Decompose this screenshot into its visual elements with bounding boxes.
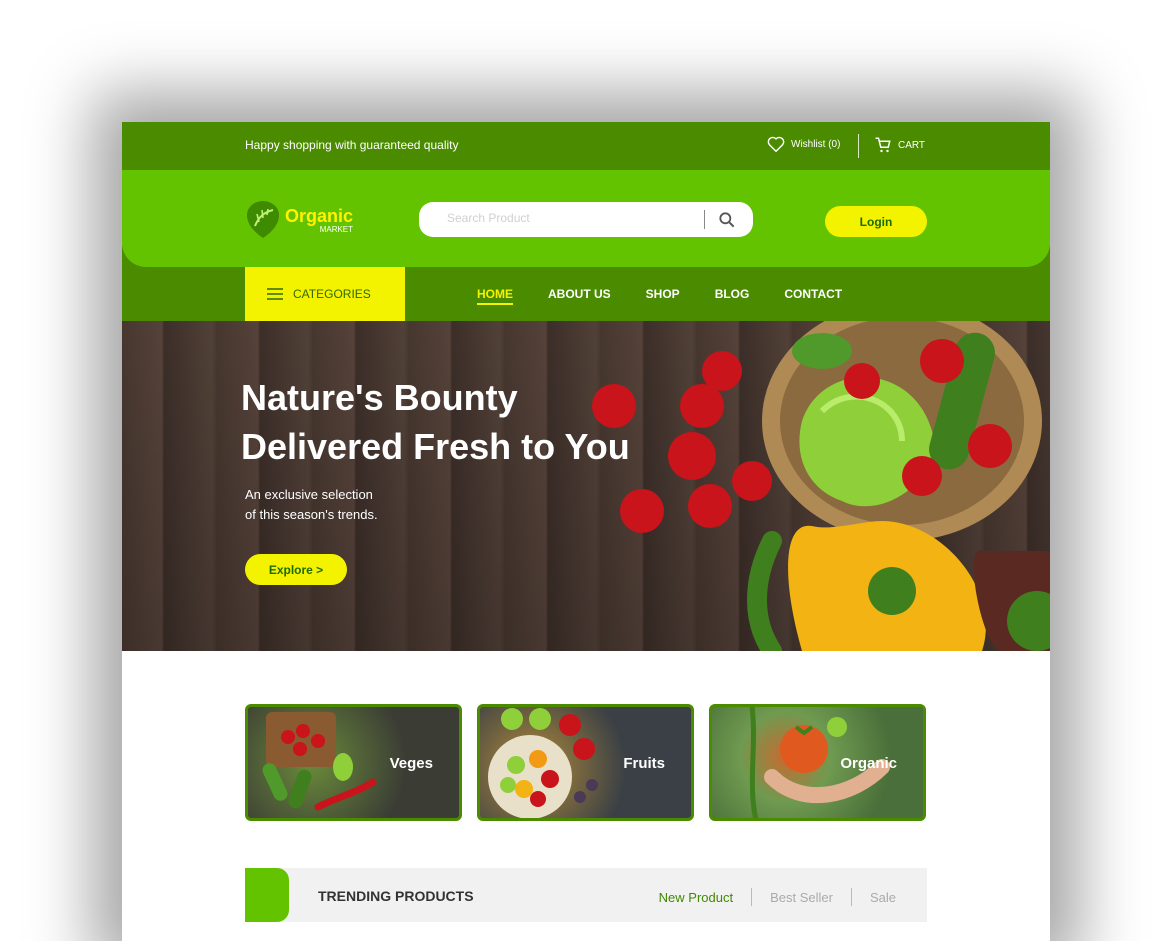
- page-frame: Happy shopping with guaranteed quality W…: [122, 122, 1050, 941]
- heart-icon: [767, 136, 785, 152]
- hero-banner: Nature's Bounty Delivered Fresh to You A…: [122, 321, 1050, 651]
- explore-button[interactable]: Explore >: [245, 554, 347, 585]
- nav-home[interactable]: HOME: [477, 287, 513, 305]
- hero-subtitle: An exclusive selection of this season's …: [245, 485, 445, 525]
- hero-title-line2: Delivered Fresh to You: [241, 426, 630, 467]
- search-icon[interactable]: [717, 210, 737, 230]
- trending-title: TRENDING PRODUCTS: [318, 888, 474, 904]
- hero-subtitle-line2: of this season's trends.: [245, 507, 378, 522]
- category-card-organic[interactable]: Organic: [709, 704, 926, 821]
- categories-button[interactable]: CATEGORIES: [245, 267, 405, 321]
- nav-shop[interactable]: SHOP: [646, 287, 680, 301]
- logo-name: Organic: [285, 205, 354, 226]
- nav-links: HOME ABOUT US SHOP BLOG CONTACT: [477, 287, 877, 305]
- login-button[interactable]: Login: [825, 206, 927, 237]
- hero-subtitle-line1: An exclusive selection: [245, 487, 373, 502]
- header: Organic MARKET Login: [122, 170, 1050, 267]
- logo[interactable]: Organic MARKET: [245, 200, 353, 240]
- veges-image: [262, 712, 377, 811]
- search-input[interactable]: [447, 211, 697, 225]
- nav-contact[interactable]: CONTACT: [784, 287, 842, 301]
- search-box: [419, 202, 753, 237]
- cart-icon: [875, 137, 891, 153]
- trending-accent: [245, 868, 289, 922]
- category-label: Organic: [840, 755, 897, 772]
- tagline: Happy shopping with guaranteed quality: [245, 138, 459, 152]
- cart-link[interactable]: CART: [874, 136, 925, 154]
- nav-blog[interactable]: BLOG: [715, 287, 750, 301]
- vegetables-image: [592, 321, 1050, 651]
- cart-label: CART: [898, 139, 926, 151]
- divider: [858, 134, 859, 158]
- category-card-fruits[interactable]: Fruits: [477, 704, 694, 821]
- hero-title-line1: Nature's Bounty: [241, 377, 518, 418]
- trending-products-bar: TRENDING PRODUCTS New Product Best Selle…: [245, 868, 927, 922]
- wishlist-link[interactable]: Wishlist (0): [767, 136, 840, 152]
- tab-sale[interactable]: Sale: [870, 890, 896, 905]
- category-card-veges[interactable]: Veges: [245, 704, 462, 821]
- wishlist-label: Wishlist (0): [791, 138, 841, 150]
- logo-subname: MARKET: [319, 224, 354, 234]
- fruits-image: [488, 708, 598, 818]
- tab-best-seller[interactable]: Best Seller: [770, 890, 833, 905]
- menu-icon: [267, 288, 283, 300]
- top-bar: Happy shopping with guaranteed quality W…: [122, 122, 1050, 170]
- trending-tabs: New Product Best Seller Sale: [659, 888, 896, 906]
- search-divider: [704, 210, 705, 229]
- nav-about[interactable]: ABOUT US: [548, 287, 611, 301]
- hero-title: Nature's Bounty Delivered Fresh to You: [241, 373, 681, 471]
- categories-label: CATEGORIES: [293, 287, 371, 301]
- leaf-logo-icon: [247, 201, 279, 238]
- category-cards: Veges Fruits Organic: [245, 704, 926, 821]
- category-label: Fruits: [623, 755, 665, 772]
- category-label: Veges: [389, 755, 433, 772]
- tab-new-product[interactable]: New Product: [659, 890, 733, 905]
